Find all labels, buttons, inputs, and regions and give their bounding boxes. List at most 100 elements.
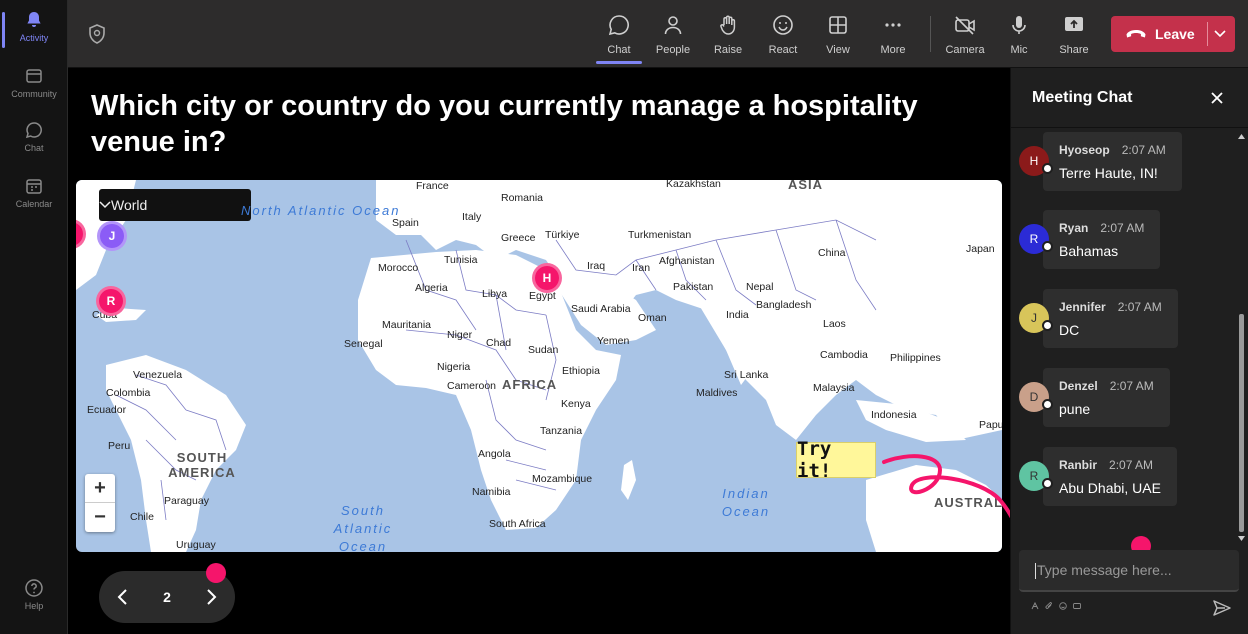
- leave-divider: [1207, 22, 1208, 46]
- place-label: Peru: [108, 440, 131, 452]
- rail-item-community[interactable]: Community: [0, 66, 68, 99]
- chat-button[interactable]: Chat: [594, 10, 644, 64]
- emoji-icon[interactable]: [1059, 602, 1067, 610]
- chat-icon: [608, 15, 629, 36]
- place-label: Spain: [392, 217, 419, 229]
- place-label: Sudan: [528, 344, 559, 356]
- message-time: 2:07 AM: [1117, 300, 1162, 314]
- calendar-icon: [26, 179, 42, 194]
- zoom-out-button[interactable]: −: [85, 503, 115, 532]
- region-selector[interactable]: World: [99, 189, 251, 221]
- message-bubble[interactable]: Hyoseop 2:07 AM Terre Haute, IN!: [1043, 132, 1182, 191]
- pin-letter: R: [106, 294, 116, 308]
- rail-label: Help: [24, 601, 44, 611]
- ocean-label: South Atlantic Ocean: [333, 503, 393, 552]
- map-pin[interactable]: J: [97, 221, 127, 251]
- place-label: Bangladesh: [756, 299, 812, 311]
- people-button[interactable]: People: [648, 10, 698, 60]
- status-dot: [1042, 399, 1053, 410]
- scrollbar-thumb[interactable]: [1239, 314, 1244, 532]
- place-label: Greece: [501, 232, 536, 244]
- scroll-up-icon[interactable]: [1238, 134, 1245, 139]
- chevron-down-icon[interactable]: [1213, 28, 1227, 38]
- map-pin[interactable]: R: [96, 286, 126, 316]
- message-bubble[interactable]: Denzel 2:07 AM pune: [1043, 368, 1170, 427]
- avatar[interactable]: J: [1019, 303, 1053, 333]
- phone-hangup-icon: [1126, 30, 1146, 38]
- place-label: Nigeria: [437, 361, 471, 373]
- share-button[interactable]: Share: [1049, 10, 1099, 60]
- rail-item-help[interactable]: Help: [0, 578, 68, 611]
- rail-item-calendar[interactable]: Calendar: [0, 176, 68, 209]
- place-label: Oman: [638, 312, 667, 324]
- more-dots-icon: [885, 23, 901, 27]
- meeting-toolbar: Chat People Raise React View More Camera…: [68, 0, 1248, 68]
- format-icon[interactable]: [1031, 602, 1039, 610]
- scroll-down-icon[interactable]: [1238, 536, 1245, 541]
- place-label: Italy: [462, 211, 482, 223]
- avatar[interactable]: D: [1019, 382, 1053, 412]
- send-icon[interactable]: [1213, 600, 1231, 616]
- pin-letter: H: [542, 271, 552, 285]
- share-label: Share: [1059, 44, 1089, 56]
- sender-name: Denzel: [1059, 379, 1098, 393]
- camera-button[interactable]: Camera: [940, 10, 990, 60]
- region-label: AFRICA: [502, 377, 558, 392]
- avatar-initial: D: [1029, 390, 1039, 404]
- rail-item-chat[interactable]: Chat: [0, 120, 68, 153]
- avatar[interactable]: R: [1019, 461, 1053, 491]
- avatar[interactable]: R: [1019, 224, 1053, 254]
- message-bubble[interactable]: Jennifer 2:07 AM DC: [1043, 289, 1178, 348]
- react-button[interactable]: React: [758, 10, 808, 60]
- place-label: Senegal: [344, 338, 383, 350]
- view-button[interactable]: View: [813, 10, 863, 60]
- attach-icon[interactable]: [1045, 602, 1053, 610]
- camera-label: Camera: [945, 44, 985, 56]
- chevron-down-icon: [99, 201, 111, 209]
- avatar[interactable]: H: [1019, 146, 1053, 176]
- zoom-in-button[interactable]: +: [85, 474, 115, 503]
- place-label: Sri Lanka: [724, 369, 769, 381]
- avatar-initial: J: [1031, 311, 1037, 325]
- message-text: Terre Haute, IN!: [1059, 165, 1158, 181]
- map-pin[interactable]: H: [532, 263, 562, 293]
- close-icon[interactable]: [1209, 90, 1225, 106]
- chevron-left-icon[interactable]: [116, 588, 130, 606]
- place-label: Paraguay: [164, 495, 209, 507]
- smiley-icon: [773, 15, 793, 35]
- place-label: Afghanistan: [659, 255, 715, 267]
- mic-button[interactable]: Mic: [994, 10, 1044, 60]
- world-map[interactable]: World North Atlantic Ocean South Atlanti…: [76, 180, 1002, 552]
- gif-icon[interactable]: [1073, 602, 1081, 610]
- place-label: Japan: [966, 243, 995, 255]
- place-label: Venezuela: [133, 369, 183, 381]
- message-input[interactable]: Type message here...: [1019, 550, 1239, 592]
- place-label: Tanzania: [540, 425, 583, 437]
- place-label: Chad: [486, 337, 512, 349]
- rail-item-activity[interactable]: Activity: [0, 10, 68, 48]
- map-landmass: [76, 180, 1002, 552]
- rail-label: Chat: [24, 143, 44, 153]
- place-label: Turkmenistan: [628, 229, 692, 241]
- help-icon: [25, 579, 43, 597]
- chevron-right-icon[interactable]: [204, 588, 218, 606]
- place-label: Laos: [823, 318, 846, 330]
- region-selector-value: World: [111, 197, 148, 213]
- place-label: Colombia: [106, 387, 151, 399]
- message-text: pune: [1059, 401, 1091, 417]
- place-label: Saudi Arabia: [571, 303, 631, 315]
- message-bubble[interactable]: Ryan 2:07 AM Bahamas: [1043, 210, 1161, 269]
- place-label: Tunisia: [444, 254, 478, 266]
- shield-icon[interactable]: [88, 24, 106, 44]
- place-label: India: [726, 309, 749, 321]
- raise-hand-button[interactable]: Raise: [703, 10, 753, 60]
- avatar-initial: R: [1029, 232, 1039, 246]
- place-label: Cameroon: [447, 380, 497, 392]
- message-bubble[interactable]: Ranbir 2:07 AM Abu Dhabi, UAE: [1043, 447, 1177, 506]
- rail-label: Community: [11, 89, 57, 99]
- leave-button[interactable]: Leave: [1111, 16, 1235, 52]
- place-label: Morocco: [378, 262, 419, 274]
- chat-scrollbar[interactable]: [1236, 132, 1246, 544]
- message-time: 2:07 AM: [1121, 143, 1166, 157]
- more-button[interactable]: More: [868, 10, 918, 60]
